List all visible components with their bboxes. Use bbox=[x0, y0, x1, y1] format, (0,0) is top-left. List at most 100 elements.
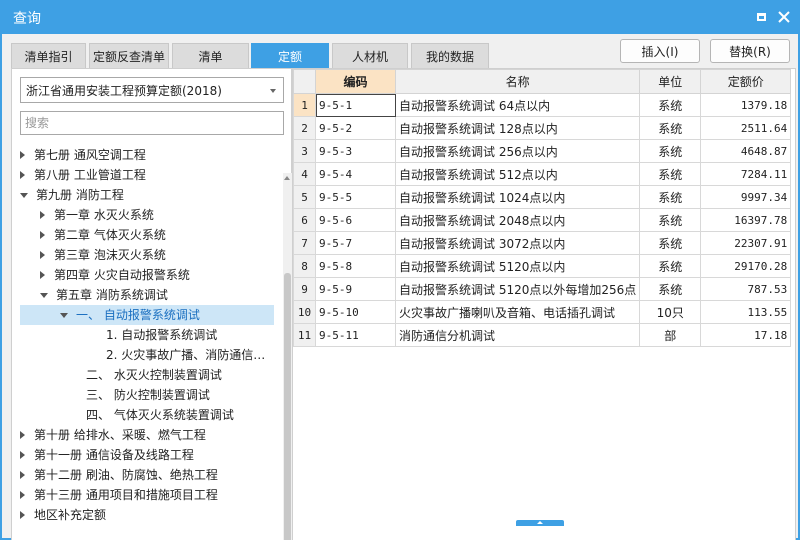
name-cell[interactable]: 自动报警系统调试 5120点以内 bbox=[394, 254, 641, 278]
scroll-up-icon[interactable] bbox=[284, 176, 290, 180]
maximize-icon[interactable] bbox=[751, 7, 771, 27]
title-bar[interactable]: 查询 bbox=[0, 0, 800, 34]
expand-arrow-icon[interactable] bbox=[40, 251, 45, 259]
name-cell[interactable]: 自动报警系统调试 128点以内 bbox=[394, 116, 641, 140]
expand-arrow-icon[interactable] bbox=[20, 511, 25, 519]
expand-arrow-icon[interactable] bbox=[20, 491, 25, 499]
price-cell[interactable]: 1379.18 bbox=[700, 93, 792, 117]
column-header-price[interactable]: 定额价 bbox=[700, 69, 792, 94]
table-row[interactable]: 5 9-5-5 自动报警系统调试 1024点以内 系统 9997.34 bbox=[293, 185, 792, 209]
tree-item[interactable]: 1. 自动报警系统调试 bbox=[20, 325, 274, 345]
name-cell[interactable]: 自动报警系统调试 2048点以内 bbox=[394, 208, 641, 232]
table-row[interactable]: 4 9-5-4 自动报警系统调试 512点以内 系统 7284.11 bbox=[293, 162, 792, 186]
price-cell[interactable]: 29170.28 bbox=[700, 254, 792, 278]
tree-item[interactable]: 第二章 气体灭火系统 bbox=[20, 225, 274, 245]
collapse-arrow-icon[interactable] bbox=[40, 293, 48, 298]
tree-item[interactable]: 二、 水灭火控制装置调试 bbox=[20, 365, 274, 385]
tab-quota[interactable]: 定额 bbox=[251, 43, 329, 69]
tree-item[interactable]: 第四章 火灾自动报警系统 bbox=[20, 265, 274, 285]
table-row[interactable]: 10 9-5-10 火灾事故广播喇叭及音箱、电话插孔调试 10只 113.55 bbox=[293, 300, 792, 324]
tree-item[interactable]: 四、 气体灭火系统装置调试 bbox=[20, 405, 274, 425]
unit-cell[interactable]: 系统 bbox=[639, 231, 702, 255]
tree-item[interactable]: 第十二册 刷油、防腐蚀、绝热工程 bbox=[20, 465, 274, 485]
expand-arrow-icon[interactable] bbox=[20, 171, 25, 179]
column-header-name[interactable]: 名称 bbox=[394, 69, 641, 94]
tree-item[interactable]: 第三章 泡沫灭火系统 bbox=[20, 245, 274, 265]
price-cell[interactable]: 113.55 bbox=[700, 300, 792, 324]
scrollbar-thumb[interactable] bbox=[284, 273, 291, 540]
table-row[interactable]: 2 9-5-2 自动报警系统调试 128点以内 系统 2511.64 bbox=[293, 116, 792, 140]
price-cell[interactable]: 17.18 bbox=[700, 323, 792, 347]
collapse-arrow-icon[interactable] bbox=[60, 313, 68, 318]
unit-cell[interactable]: 系统 bbox=[639, 277, 702, 301]
tree-item[interactable]: 第七册 通风空调工程 bbox=[20, 145, 274, 165]
column-header-code[interactable]: 编码 bbox=[315, 69, 396, 94]
name-cell[interactable]: 自动报警系统调试 3072点以内 bbox=[394, 231, 641, 255]
code-cell[interactable]: 9-5-8 bbox=[315, 254, 396, 278]
price-cell[interactable]: 787.53 bbox=[700, 277, 792, 301]
table-row[interactable]: 6 9-5-6 自动报警系统调试 2048点以内 系统 16397.78 bbox=[293, 208, 792, 232]
table-row[interactable]: 8 9-5-8 自动报警系统调试 5120点以内 系统 29170.28 bbox=[293, 254, 792, 278]
code-cell[interactable]: 9-5-9 bbox=[315, 277, 396, 301]
tree-item[interactable]: 第一章 水灭火系统 bbox=[20, 205, 274, 225]
tree-item[interactable]: 地区补充定额 bbox=[20, 505, 274, 525]
quota-library-select[interactable]: 浙江省通用安装工程预算定额(2018) bbox=[20, 77, 284, 103]
code-cell[interactable]: 9-5-11 bbox=[315, 323, 396, 347]
unit-cell[interactable]: 系统 bbox=[639, 139, 702, 163]
table-row[interactable]: 3 9-5-3 自动报警系统调试 256点以内 系统 4648.87 bbox=[293, 139, 792, 163]
code-cell[interactable]: 9-5-1 bbox=[315, 93, 396, 117]
expand-arrow-icon[interactable] bbox=[20, 471, 25, 479]
name-cell[interactable]: 自动报警系统调试 1024点以内 bbox=[394, 185, 641, 209]
code-cell[interactable]: 9-5-6 bbox=[315, 208, 396, 232]
price-cell[interactable]: 4648.87 bbox=[700, 139, 792, 163]
name-cell[interactable]: 火灾事故广播喇叭及音箱、电话插孔调试 bbox=[394, 300, 641, 324]
tab-quota-reverse-lookup[interactable]: 定额反查清单 bbox=[89, 43, 169, 69]
unit-cell[interactable]: 系统 bbox=[639, 116, 702, 140]
replace-button[interactable]: 替换(R) bbox=[710, 39, 790, 63]
expand-arrow-icon[interactable] bbox=[20, 151, 25, 159]
code-cell[interactable]: 9-5-7 bbox=[315, 231, 396, 255]
collapse-arrow-icon[interactable] bbox=[20, 193, 28, 198]
tab-bill[interactable]: 清单 bbox=[172, 43, 249, 69]
price-cell[interactable]: 2511.64 bbox=[700, 116, 792, 140]
expand-arrow-icon[interactable] bbox=[40, 231, 45, 239]
tree-item[interactable]: 第十册 给排水、采暖、燃气工程 bbox=[20, 425, 274, 445]
tree-vertical-scrollbar[interactable] bbox=[283, 173, 292, 540]
name-cell[interactable]: 消防通信分机调试 bbox=[394, 323, 641, 347]
expand-arrow-icon[interactable] bbox=[20, 451, 25, 459]
table-row[interactable]: 11 9-5-11 消防通信分机调试 部 17.18 bbox=[293, 323, 792, 347]
price-cell[interactable]: 7284.11 bbox=[700, 162, 792, 186]
code-cell[interactable]: 9-5-2 bbox=[315, 116, 396, 140]
tab-my-data[interactable]: 我的数据 bbox=[411, 43, 489, 69]
tree-item[interactable]: 第九册 消防工程 bbox=[20, 185, 274, 205]
close-icon[interactable] bbox=[774, 7, 794, 27]
search-input[interactable] bbox=[20, 111, 284, 135]
tree-item[interactable]: 第五章 消防系统调试 bbox=[20, 285, 274, 305]
unit-cell[interactable]: 系统 bbox=[639, 93, 702, 117]
code-cell[interactable]: 9-5-5 bbox=[315, 185, 396, 209]
table-row[interactable]: 1 9-5-1 自动报警系统调试 64点以内 系统 1379.18 bbox=[293, 93, 792, 117]
price-cell[interactable]: 9997.34 bbox=[700, 185, 792, 209]
unit-cell[interactable]: 系统 bbox=[639, 162, 702, 186]
column-header-unit[interactable]: 单位 bbox=[639, 69, 702, 94]
tree-item-selected[interactable]: 一、 自动报警系统调试 bbox=[20, 305, 274, 325]
code-cell[interactable]: 9-5-4 bbox=[315, 162, 396, 186]
name-cell[interactable]: 自动报警系统调试 256点以内 bbox=[394, 139, 641, 163]
unit-cell[interactable]: 系统 bbox=[639, 208, 702, 232]
unit-cell[interactable]: 系统 bbox=[639, 185, 702, 209]
tree-item[interactable]: 三、 防火控制装置调试 bbox=[20, 385, 274, 405]
tree-item[interactable]: 2. 火灾事故广播、消防通信系统调试 bbox=[20, 345, 274, 365]
tab-bill-guide[interactable]: 清单指引 bbox=[11, 43, 86, 69]
insert-button[interactable]: 插入(I) bbox=[620, 39, 700, 63]
expand-arrow-icon[interactable] bbox=[40, 211, 45, 219]
tab-labor-material-machine[interactable]: 人材机 bbox=[332, 43, 408, 69]
name-cell[interactable]: 自动报警系统调试 64点以内 bbox=[394, 93, 641, 117]
tree-item[interactable]: 第八册 工业管道工程 bbox=[20, 165, 274, 185]
table-row[interactable]: 7 9-5-7 自动报警系统调试 3072点以内 系统 22307.91 bbox=[293, 231, 792, 255]
unit-cell[interactable]: 系统 bbox=[639, 254, 702, 278]
table-row[interactable]: 9 9-5-9 自动报警系统调试 5120点以外每增加256点 系统 787.5… bbox=[293, 277, 792, 301]
price-cell[interactable]: 16397.78 bbox=[700, 208, 792, 232]
expand-arrow-icon[interactable] bbox=[20, 431, 25, 439]
tree-item[interactable]: 第十三册 通用项目和措施项目工程 bbox=[20, 485, 274, 505]
expand-arrow-icon[interactable] bbox=[40, 271, 45, 279]
